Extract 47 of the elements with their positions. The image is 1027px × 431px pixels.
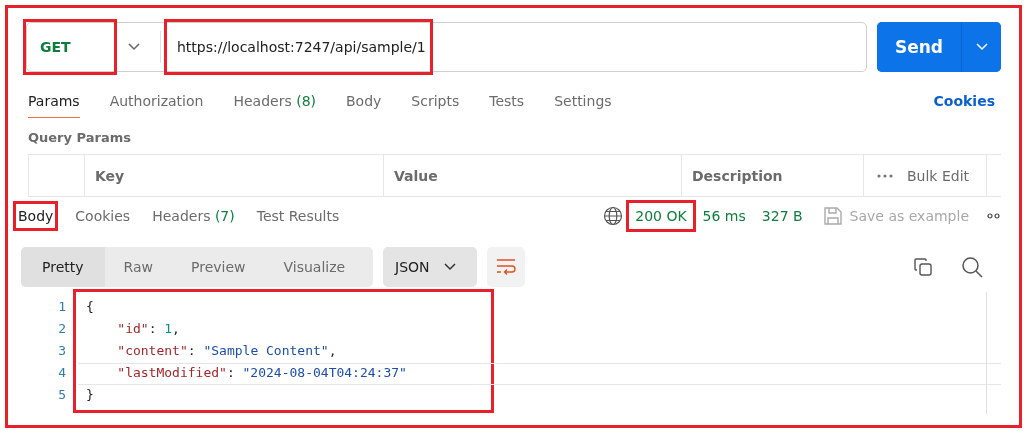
request-url-field[interactable]: GET https://localhost:7247/api/sample/1 (26, 22, 867, 72)
globe-icon[interactable] (603, 206, 624, 226)
line-number: 5 (57, 386, 67, 404)
response-tab[interactable]: Test Results (254, 204, 342, 228)
code-line: "content": "Sample Content", (116, 343, 337, 358)
wrap-lines-icon[interactable] (487, 247, 525, 287)
column-header: Value (383, 155, 681, 196)
cookies-link[interactable]: Cookies (933, 93, 995, 109)
column-header: Key (84, 155, 383, 196)
request-tab[interactable]: Params (28, 84, 80, 118)
status-code: 200 OK (629, 203, 693, 229)
more-icon[interactable] (877, 173, 893, 178)
column-header: Description (681, 155, 863, 196)
request-tab[interactable]: Settings (554, 84, 612, 118)
response-tab[interactable]: Headers (7) (150, 204, 237, 228)
code-line: "id": 1, (116, 321, 180, 336)
code-line: } (86, 387, 94, 402)
send-button[interactable]: Send (877, 22, 962, 72)
request-tab[interactable]: Tests (489, 84, 525, 118)
code-line: "lastModified": "2024-08-04T04:24:37" (116, 365, 407, 380)
request-tab[interactable]: Scripts (411, 84, 460, 118)
method-selector[interactable]: GET (26, 22, 114, 72)
view-mode-tab[interactable]: Pretty (21, 247, 105, 287)
line-number: 3 (57, 342, 67, 360)
line-number: 4 (57, 364, 67, 382)
more-icon[interactable] (987, 213, 1001, 219)
search-icon[interactable] (961, 256, 983, 278)
request-tab[interactable]: Headers (8) (233, 84, 316, 118)
request-tab[interactable]: Authorization (109, 84, 204, 118)
view-mode-tab[interactable]: Raw (104, 247, 172, 287)
format-dropdown[interactable]: JSON (383, 247, 477, 287)
line-number: 2 (57, 320, 67, 338)
chevron-down-icon[interactable] (443, 263, 456, 271)
response-size: 327 B (760, 207, 804, 226)
bulk-edit-button[interactable]: Bulk Edit (907, 167, 970, 184)
chevron-down-icon[interactable] (128, 43, 140, 51)
response-tab[interactable]: Body (16, 204, 56, 228)
request-tab[interactable]: Body (346, 84, 382, 118)
view-mode-tab[interactable]: Visualize (264, 247, 365, 287)
line-number: 1 (57, 298, 67, 316)
response-time: 56 ms (701, 207, 747, 226)
view-mode-tab[interactable]: Preview (172, 247, 265, 287)
copy-icon[interactable] (913, 257, 933, 277)
code-line: { (86, 299, 94, 314)
response-tab[interactable]: Cookies (73, 204, 133, 228)
section-title: Query Params (28, 130, 132, 145)
url-text: https://localhost:7247/api/sample/1 (167, 22, 430, 72)
